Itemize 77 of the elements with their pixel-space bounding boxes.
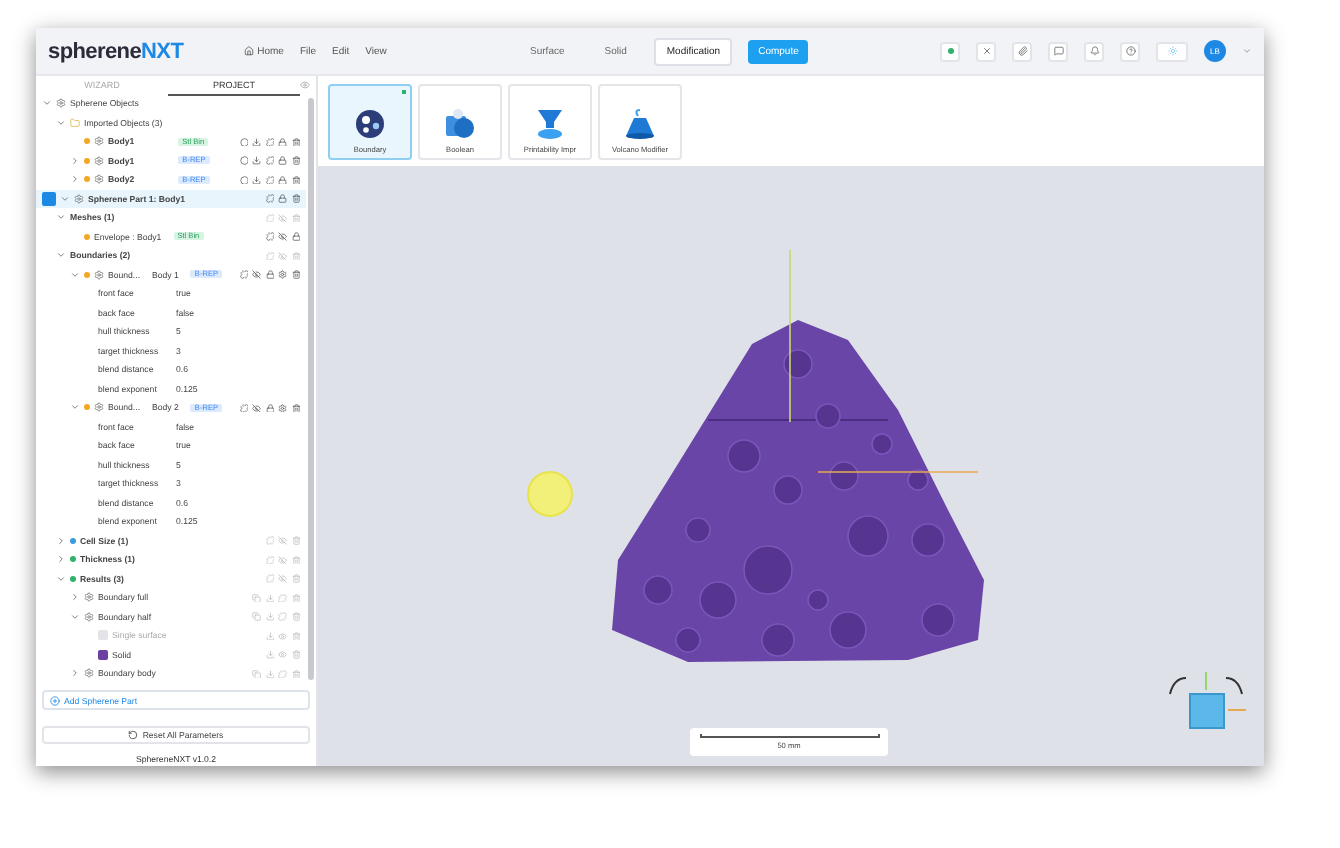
cursor-highlight xyxy=(527,471,573,517)
paperclip-icon[interactable] xyxy=(1012,41,1032,61)
close-icon[interactable] xyxy=(976,41,996,61)
collapse-caret-icon[interactable] xyxy=(42,98,52,109)
action-icon[interactable] xyxy=(291,156,300,165)
action-icon[interactable] xyxy=(291,403,300,412)
checkbox[interactable] xyxy=(42,191,56,206)
eye-icon[interactable] xyxy=(300,80,310,90)
action-icon[interactable] xyxy=(239,270,248,279)
action-icon[interactable] xyxy=(239,175,248,184)
expand-caret-icon[interactable] xyxy=(70,174,80,185)
action-icon[interactable] xyxy=(239,137,248,146)
chat-icon[interactable] xyxy=(1048,41,1068,61)
action-icon[interactable] xyxy=(252,403,261,412)
help-icon[interactable] xyxy=(1120,41,1140,61)
action-icon[interactable] xyxy=(265,137,274,146)
action-icon[interactable] xyxy=(252,156,261,165)
plus-icon xyxy=(50,695,60,705)
collapse-caret-icon[interactable] xyxy=(70,269,80,280)
gear-icon xyxy=(94,174,104,185)
action-icon[interactable] xyxy=(278,403,287,412)
action-icon[interactable] xyxy=(252,270,261,279)
action-icon[interactable] xyxy=(239,403,248,412)
expand-caret-icon[interactable] xyxy=(70,668,80,679)
gear-icon xyxy=(56,98,66,109)
gear-icon xyxy=(84,668,94,679)
action-icon[interactable] xyxy=(265,156,274,165)
expand-caret-icon[interactable] xyxy=(70,592,80,603)
gear-icon xyxy=(74,193,84,204)
status-icon[interactable] xyxy=(940,41,960,61)
cube-sphere-icon xyxy=(444,107,476,139)
action-icon[interactable] xyxy=(291,194,300,203)
action-icon[interactable] xyxy=(265,403,274,412)
collapse-caret-icon[interactable] xyxy=(56,250,66,261)
action-icon[interactable] xyxy=(291,270,300,279)
action-icon[interactable] xyxy=(278,137,287,146)
gear-icon xyxy=(84,611,94,622)
action-icon[interactable] xyxy=(291,232,300,241)
action-icon[interactable] xyxy=(252,137,261,146)
action-icon[interactable] xyxy=(291,137,300,146)
expand-caret-icon[interactable] xyxy=(56,535,66,546)
action-icon[interactable] xyxy=(252,175,261,184)
action-icon[interactable] xyxy=(239,156,248,165)
sphere-lattice-icon xyxy=(354,107,386,139)
expand-caret-icon[interactable] xyxy=(70,155,80,166)
gear-icon xyxy=(94,269,104,280)
collapse-caret-icon[interactable] xyxy=(56,212,66,223)
volcano-icon xyxy=(624,107,656,139)
printer-nozzle-icon xyxy=(534,107,566,139)
caret-icon[interactable] xyxy=(1242,46,1252,56)
app-logo: sphereneNXT xyxy=(48,39,184,63)
action-icon[interactable] xyxy=(265,194,274,203)
collapse-caret-icon[interactable] xyxy=(70,402,80,413)
action-icon[interactable] xyxy=(278,156,287,165)
collapse-caret-icon[interactable] xyxy=(70,611,80,622)
theme-toggle-icon[interactable] xyxy=(1156,41,1188,61)
action-icon[interactable] xyxy=(265,175,274,184)
collapse-caret-icon[interactable] xyxy=(60,193,70,204)
action-icon[interactable] xyxy=(278,232,287,241)
home-icon xyxy=(243,46,254,56)
gear-icon xyxy=(94,136,104,147)
gear-icon xyxy=(94,155,104,166)
action-icon[interactable] xyxy=(291,175,300,184)
bell-icon[interactable] xyxy=(1084,41,1104,61)
gear-icon xyxy=(84,592,94,603)
expand-caret-icon[interactable] xyxy=(56,554,66,565)
folder-icon xyxy=(70,117,80,128)
gear-icon xyxy=(94,402,104,413)
view-cube-drawing[interactable] xyxy=(1169,671,1247,729)
action-icon[interactable] xyxy=(278,175,287,184)
reset-icon xyxy=(128,730,139,740)
collapse-caret-icon[interactable] xyxy=(56,117,66,128)
action-icon[interactable] xyxy=(265,232,274,241)
action-icon[interactable] xyxy=(278,194,287,203)
action-icon[interactable] xyxy=(265,270,274,279)
collapse-caret-icon[interactable] xyxy=(56,573,66,584)
action-icon[interactable] xyxy=(278,270,287,279)
